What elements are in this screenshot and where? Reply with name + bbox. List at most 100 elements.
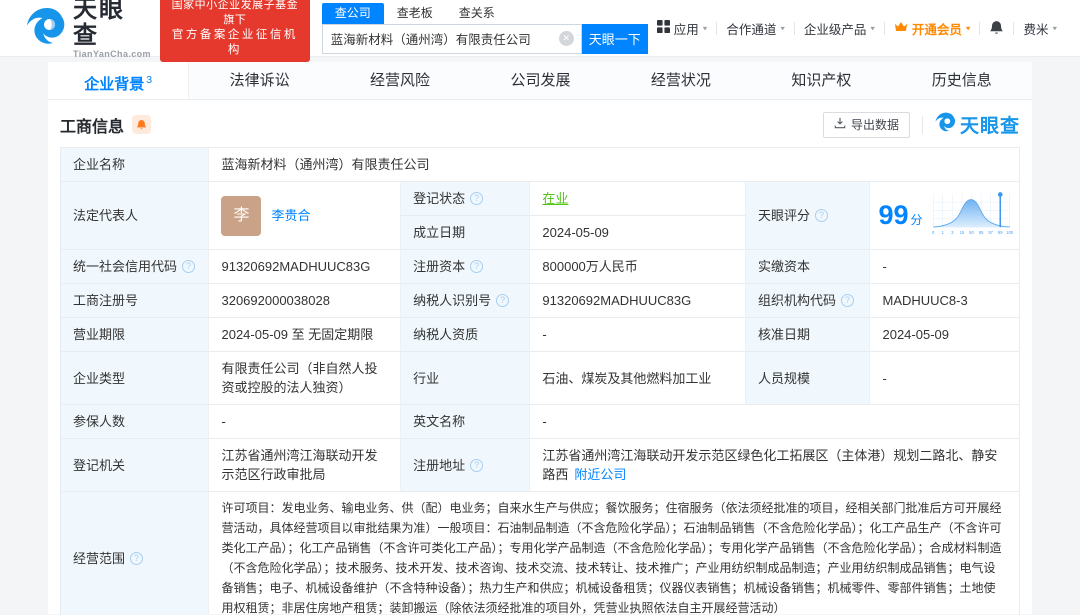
svg-text:3: 3: [951, 230, 954, 235]
detail-tab-bar: 企业背景 3 法律诉讼 经营风险 公司发展 经营状况 知识产权 历史信息: [48, 62, 1032, 100]
help-icon[interactable]: ?: [840, 294, 854, 307]
gov-badge-line1: 国家中小企业发展子基金旗下: [171, 0, 299, 26]
company-detail-card: 企业背景 3 法律诉讼 经营风险 公司发展 经营状况 知识产权 历史信息 工商信息…: [48, 62, 1032, 615]
export-data-label: 导出数据: [850, 118, 899, 132]
svg-text:99: 99: [997, 230, 1002, 235]
search-input[interactable]: [322, 31, 559, 46]
value-org-code: MADHUUC8-3: [870, 284, 1019, 318]
top-header: 天眼查 TianYanCha.com 国家中小企业发展子基金旗下 官方备案企业征…: [0, 0, 1080, 62]
value-registered-address: 江苏省通州湾江海联动开发示范区绿色化工拓展区（主体港）规划二路北、静安路西 附近公…: [530, 439, 1019, 492]
tab-operating-status[interactable]: 经营状况: [611, 62, 751, 99]
tab-legal-litigation[interactable]: 法律诉讼: [189, 62, 329, 99]
chevron-down-icon: ▾: [1052, 23, 1057, 32]
tab-intellectual-property[interactable]: 知识产权: [751, 62, 891, 99]
label-tianyan-score: 天眼评分?: [745, 182, 871, 250]
nav-username: 费米: [1023, 22, 1049, 37]
tab-company-development[interactable]: 公司发展: [470, 62, 610, 99]
search-tab-company[interactable]: 查公司: [321, 2, 384, 24]
tab-operating-risk[interactable]: 经营风险: [330, 62, 470, 99]
label-registration-authority: 登记机关: [61, 439, 210, 492]
value-registration-status: 在业: [530, 182, 746, 216]
table-row: 工商注册号 320692000038028 纳税人识别号? 91320692MA…: [61, 284, 1019, 318]
tianyancha-logo[interactable]: 天眼查 TianYanCha.com: [26, 0, 151, 59]
nav-cooperation[interactable]: 合作通道 ▾: [717, 19, 794, 38]
clear-search-icon[interactable]: ✕: [558, 31, 574, 46]
help-icon[interactable]: ?: [814, 209, 828, 222]
legal-rep-avatar[interactable]: 李: [221, 195, 262, 236]
status-active-link[interactable]: 在业: [542, 189, 568, 208]
label-org-code: 组织机构代码?: [745, 284, 871, 318]
label-business-scope: 经营范围?: [61, 492, 210, 615]
search-tab-boss[interactable]: 查老板: [384, 3, 446, 24]
section-separator: [921, 115, 923, 134]
value-registration-number: 320692000038028: [209, 284, 402, 318]
legal-rep-link[interactable]: 李贵合: [271, 206, 310, 225]
search-area: 查公司 查老板 查关系 ✕ 天眼一下: [321, 2, 648, 54]
export-data-button[interactable]: 导出数据: [822, 111, 910, 138]
value-uscc: 91320692MADHUUC83G: [209, 250, 402, 284]
svg-text:97: 97: [988, 230, 993, 235]
table-row: 企业名称 蓝海新材料（通州湾）有限责任公司: [61, 148, 1019, 182]
logo-text: 天眼查 TianYanCha.com: [73, 0, 151, 59]
section-header: 工商信息 导出数据 天眼查: [48, 100, 1032, 147]
nav-apps[interactable]: 应用 ▾: [648, 19, 717, 38]
svg-text:1: 1: [941, 230, 944, 235]
search-button[interactable]: 天眼一下: [581, 23, 648, 54]
tianyancha-swirl-icon: [26, 7, 68, 50]
nav-apps-label: 应用: [673, 22, 699, 37]
value-legal-representative: 李 李贵合: [209, 182, 402, 250]
help-icon[interactable]: ?: [496, 294, 510, 307]
value-business-term: 2024-05-09 至 无固定期限: [209, 318, 402, 352]
tab-label: 公司发展: [510, 72, 571, 89]
help-icon[interactable]: ?: [470, 260, 484, 273]
table-row: 法定代表人 李 李贵合 登记状态? 在业 成立日期 2024-05-09 天眼评…: [61, 182, 1019, 250]
chevron-down-icon: ▾: [780, 23, 785, 32]
gov-certification-badge: 国家中小企业发展子基金旗下 官方备案企业征信机构: [159, 0, 310, 62]
label-english-name: 英文名称: [401, 405, 531, 439]
label-company-type: 企业类型: [61, 352, 210, 405]
logo-title: 天眼查: [73, 0, 125, 49]
watermark-brand: 天眼查: [959, 116, 1020, 137]
value-paid-capital: -: [870, 250, 1019, 284]
label-company-name: 企业名称: [61, 148, 210, 182]
svg-text:85: 85: [978, 230, 983, 235]
table-row: 营业期限 2024-05-09 至 无固定期限 纳税人资质 - 核准日期 202…: [61, 318, 1019, 352]
nav-enterprise-products[interactable]: 企业级产品 ▾: [795, 19, 884, 38]
notification-bell-icon[interactable]: [980, 20, 1013, 36]
apps-grid-icon: [656, 20, 670, 36]
label-registered-address: 注册地址?: [401, 439, 531, 492]
label-approval-date: 核准日期: [745, 318, 871, 352]
table-row: 统一社会信用代码? 91320692MADHUUC83G 注册资本? 80000…: [61, 250, 1019, 284]
help-icon[interactable]: ?: [182, 260, 196, 273]
label-registration-status: 登记状态?: [401, 182, 531, 216]
monitor-bell-icon[interactable]: [132, 115, 152, 134]
nav-vip-membership[interactable]: 开通会员 ▾: [885, 19, 980, 38]
help-icon[interactable]: ?: [470, 192, 484, 205]
tab-company-background[interactable]: 企业背景 3: [48, 62, 190, 99]
search-tab-relation[interactable]: 查关系: [446, 3, 508, 24]
label-industry: 行业: [401, 352, 531, 405]
score-unit: 分: [910, 213, 923, 227]
download-icon: [834, 117, 846, 132]
svg-text:15: 15: [959, 230, 964, 235]
nav-user-account[interactable]: 费米 ▾: [1014, 19, 1066, 38]
chevron-down-icon: ▾: [965, 23, 971, 32]
nav-enterprise-products-label: 企业级产品: [803, 22, 867, 37]
nearby-companies-link[interactable]: 附近公司: [574, 467, 626, 482]
help-icon[interactable]: ?: [130, 551, 144, 565]
value-english-name: -: [530, 405, 1019, 439]
label-establish-date: 成立日期: [401, 216, 531, 250]
tab-history-info[interactable]: 历史信息: [892, 62, 1032, 99]
help-icon[interactable]: ?: [470, 458, 484, 472]
score-number: 99: [878, 200, 909, 230]
label-legal-representative: 法定代表人: [61, 182, 210, 250]
label-business-term: 营业期限: [61, 318, 210, 352]
tab-label: 经营状况: [650, 72, 711, 89]
value-tianyan-score: 99 分 0 1 3 15 50 85 97 99 100: [870, 182, 1019, 250]
tianyancha-swirl-icon: [935, 112, 957, 137]
tab-label: 知识产权: [791, 72, 852, 89]
nav-vip-label: 开通会员: [911, 22, 962, 37]
svg-text:50: 50: [969, 230, 974, 235]
top-navigation: 应用 ▾ 合作通道 ▾ 企业级产品 ▾ 开通会员 ▾ 费米 ▾: [648, 19, 1066, 38]
chevron-down-icon: ▾: [702, 23, 708, 32]
